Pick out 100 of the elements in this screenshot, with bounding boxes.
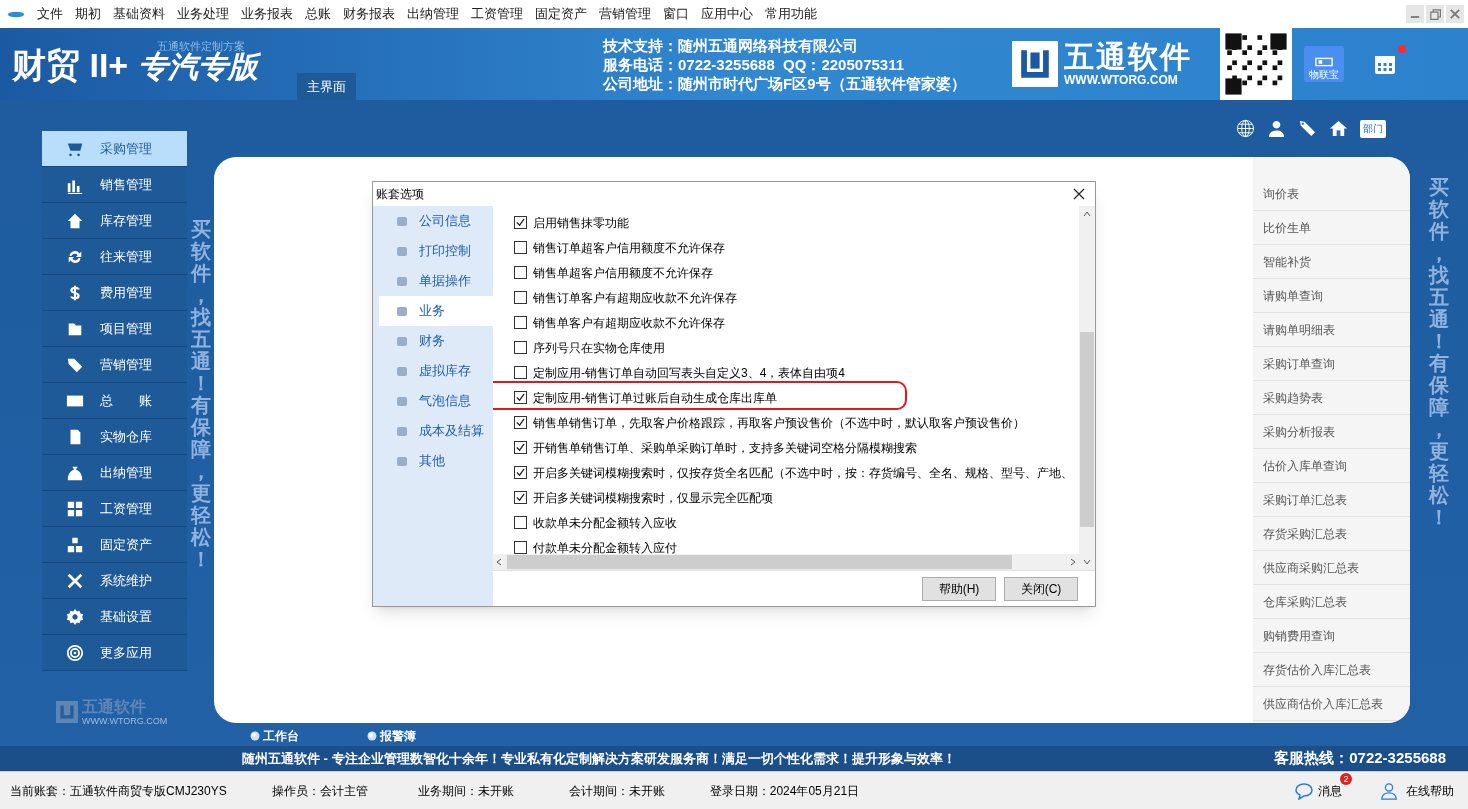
- checkbox[interactable]: [514, 266, 527, 279]
- menu-item[interactable]: 文件: [31, 4, 69, 24]
- dialog-nav-item[interactable]: 成本及结算: [379, 416, 493, 446]
- help-link[interactable]: 在线帮助: [1380, 781, 1454, 800]
- checkbox[interactable]: [514, 216, 527, 229]
- checkbox[interactable]: [514, 391, 527, 404]
- nav-item[interactable]: 总 账: [42, 383, 187, 419]
- device-icon: [1315, 57, 1333, 67]
- menu-item[interactable]: 业务报表: [235, 4, 299, 24]
- quick-link[interactable]: 询价表: [1253, 177, 1410, 211]
- scroll-thumb[interactable]: [507, 555, 1012, 569]
- dialog-nav-item[interactable]: 虚拟库存: [379, 356, 493, 386]
- nav-item[interactable]: 固定资产: [42, 527, 187, 563]
- nav-item[interactable]: 系统维护: [42, 563, 187, 599]
- quick-link[interactable]: 请购单明细表: [1253, 313, 1410, 347]
- menu-item[interactable]: 期初: [69, 4, 107, 24]
- nav-item[interactable]: 往来管理: [42, 239, 187, 275]
- main-tab[interactable]: 主界面: [297, 73, 356, 100]
- nav-item[interactable]: 项目管理: [42, 311, 187, 347]
- dialog-nav-item[interactable]: 业务: [379, 296, 493, 326]
- menu-item[interactable]: 基础资料: [107, 4, 171, 24]
- checkbox[interactable]: [514, 491, 527, 504]
- scroll-thumb[interactable]: [1080, 332, 1094, 527]
- quick-link[interactable]: 采购订单汇总表: [1253, 483, 1410, 517]
- bottom-link[interactable]: 报警簿: [367, 727, 416, 745]
- department-sign[interactable]: 部门: [1360, 119, 1386, 138]
- nav-item[interactable]: 费用管理: [42, 275, 187, 311]
- menu-item[interactable]: 工资管理: [465, 4, 529, 24]
- nav-item[interactable]: 出纳管理: [42, 455, 187, 491]
- vertical-scrollbar[interactable]: [1079, 206, 1095, 570]
- quick-link[interactable]: 智能补货: [1253, 245, 1410, 279]
- restore-icon[interactable]: [1426, 5, 1444, 23]
- checkbox[interactable]: [514, 316, 527, 329]
- menu-item[interactable]: 窗口: [657, 4, 695, 24]
- nav-item[interactable]: 营销管理: [42, 347, 187, 383]
- dialog-nav-item[interactable]: 公司信息: [379, 206, 493, 236]
- user-icon[interactable]: [1267, 119, 1286, 138]
- quick-link[interactable]: 购销费用查询: [1253, 619, 1410, 653]
- dialog-nav-item[interactable]: 单据操作: [379, 266, 493, 296]
- tag-icon[interactable]: [1298, 119, 1317, 138]
- slogan: 买软件，找五通！有保障，更轻松！: [1429, 176, 1449, 530]
- checkbox[interactable]: [514, 241, 527, 254]
- menu-item[interactable]: 固定资产: [529, 4, 593, 24]
- menu-item[interactable]: 应用中心: [695, 4, 759, 24]
- horizontal-scrollbar[interactable]: [493, 554, 1079, 570]
- menu-item[interactable]: 常用功能: [759, 4, 823, 24]
- bottom-link[interactable]: 工作台: [250, 727, 299, 745]
- nav-item[interactable]: 更多应用: [42, 635, 187, 671]
- quick-link[interactable]: 估价入库单查询: [1253, 449, 1410, 483]
- dialog-button[interactable]: 帮助(H): [922, 576, 996, 601]
- globe-icon[interactable]: [1236, 119, 1255, 138]
- dialog-nav-item[interactable]: 打印控制: [379, 236, 493, 266]
- quick-link[interactable]: 采购订单查询: [1253, 347, 1410, 381]
- quick-link[interactable]: 比价生单: [1253, 211, 1410, 245]
- option-label: 销售单超客户信用额度不允许保存: [533, 264, 713, 282]
- checkbox[interactable]: [514, 291, 527, 304]
- dialog-nav-item[interactable]: 其他: [379, 446, 493, 476]
- house-icon[interactable]: [1329, 119, 1348, 138]
- menu-item[interactable]: 营销管理: [593, 4, 657, 24]
- menu-item[interactable]: 业务处理: [171, 4, 235, 24]
- checkbox[interactable]: [514, 516, 527, 529]
- quick-link[interactable]: 供应商采购汇总表: [1253, 551, 1410, 585]
- quick-link[interactable]: 采购趋势表: [1253, 381, 1410, 415]
- checkbox[interactable]: [514, 416, 527, 429]
- status-field: 当前账套：五通软件商贸专版CMJ230YS: [10, 781, 227, 800]
- menu-item[interactable]: 出纳管理: [401, 4, 465, 24]
- menu-item[interactable]: 财务报表: [337, 4, 401, 24]
- check-icon: [516, 218, 525, 227]
- scroll-left-icon[interactable]: [495, 558, 503, 566]
- dialog-nav-item[interactable]: 气泡信息: [379, 386, 493, 416]
- scroll-down-icon[interactable]: [1083, 558, 1091, 566]
- checkbox[interactable]: [514, 341, 527, 354]
- quick-link[interactable]: 采购分析报表: [1253, 415, 1410, 449]
- dialog-nav-item[interactable]: 财务: [379, 326, 493, 356]
- quick-link[interactable]: 存货采购汇总表: [1253, 517, 1410, 551]
- quick-link[interactable]: 存货估价入库汇总表: [1253, 653, 1410, 687]
- checkbox[interactable]: [514, 366, 527, 379]
- nav-item[interactable]: 销售管理: [42, 167, 187, 203]
- messages-link[interactable]: 消息: [1294, 781, 1342, 800]
- scroll-up-icon[interactable]: [1083, 210, 1091, 218]
- nav-item[interactable]: 实物仓库: [42, 419, 187, 455]
- nav-item[interactable]: 工资管理: [42, 491, 187, 527]
- nav-item[interactable]: 基础设置: [42, 599, 187, 635]
- app-icon[interactable]: [7, 9, 25, 19]
- checkbox[interactable]: [514, 466, 527, 479]
- quick-link[interactable]: 仓库采购汇总表: [1253, 585, 1410, 619]
- menu-item[interactable]: 总账: [299, 4, 337, 24]
- quick-link[interactable]: 请购单查询: [1253, 279, 1410, 313]
- nav-item[interactable]: 采购管理: [42, 131, 187, 167]
- checkbox[interactable]: [514, 441, 527, 454]
- gear-icon: [66, 607, 84, 626]
- quick-link[interactable]: 供应商估价入库汇总表: [1253, 687, 1410, 721]
- dialog-button[interactable]: 关闭(C): [1004, 576, 1078, 601]
- scroll-right-icon[interactable]: [1069, 558, 1077, 566]
- option-label: 收款单未分配金额转入应收: [533, 514, 677, 532]
- close-icon[interactable]: [1073, 188, 1085, 200]
- minimize-icon[interactable]: [1406, 5, 1424, 23]
- nav-item[interactable]: 库存管理: [42, 203, 187, 239]
- checkbox[interactable]: [514, 541, 527, 554]
- banner-text: 随州五通软件 - 专注企业管理数智化十余年！专业私有化定制解决方案研发服务商！满足一切个性化需求！提升形象与效率！: [242, 749, 956, 768]
